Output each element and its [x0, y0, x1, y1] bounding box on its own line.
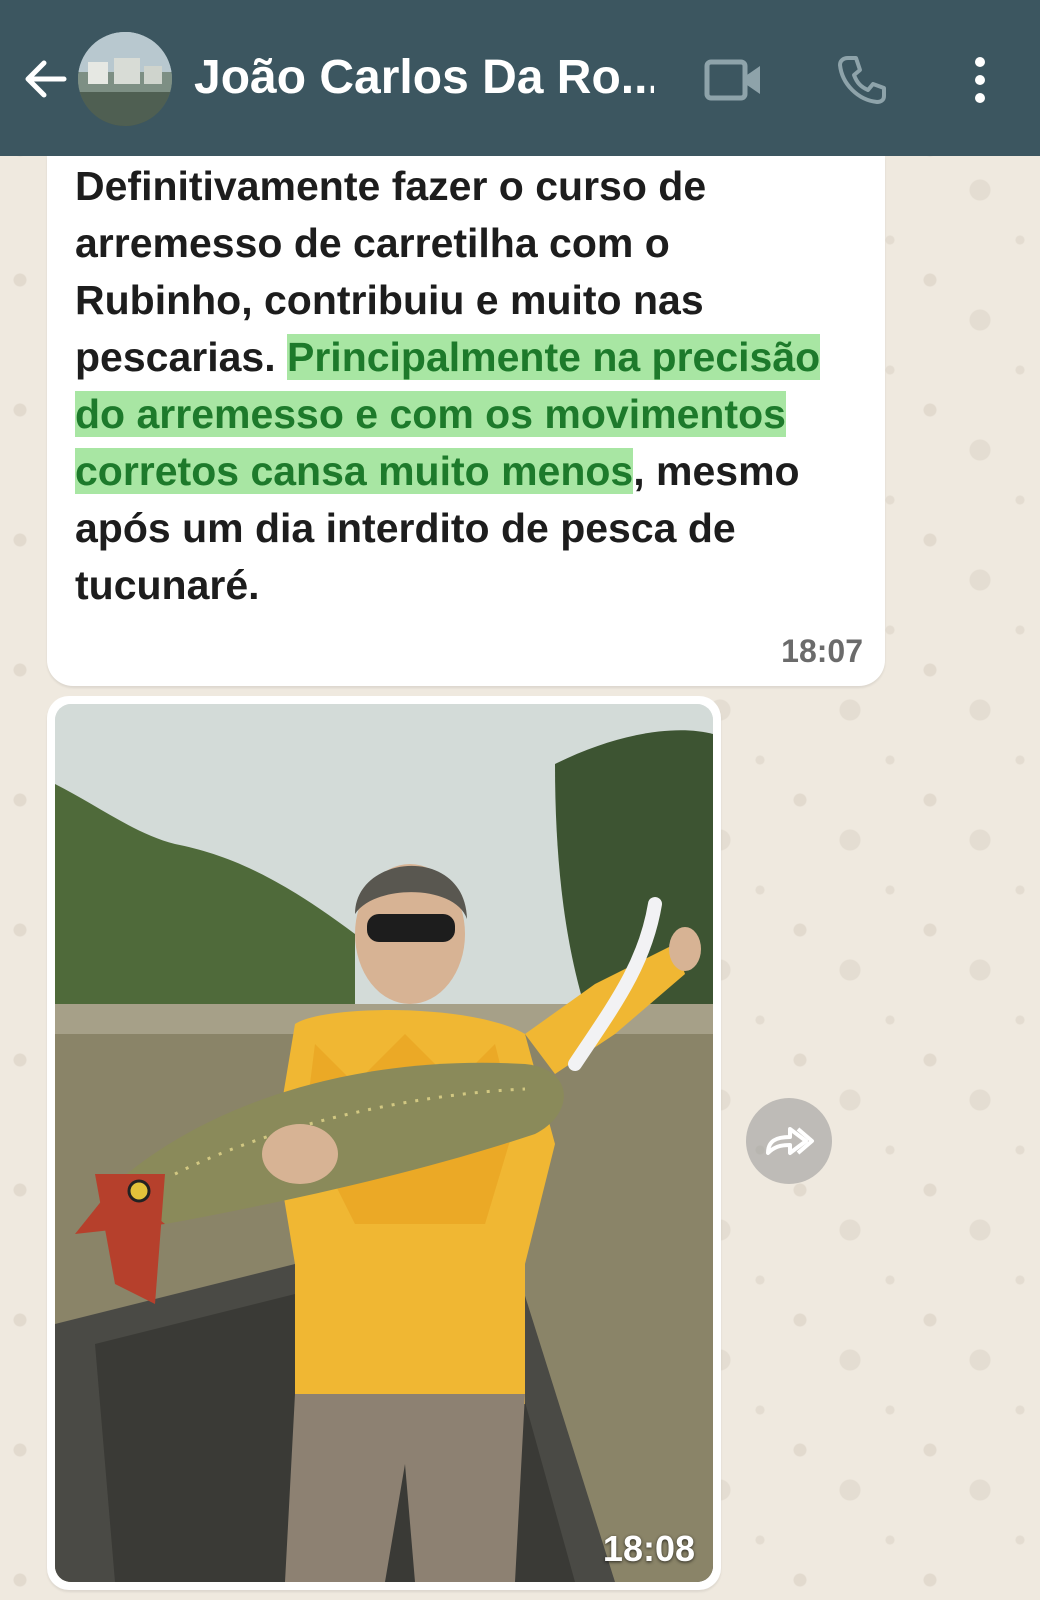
- forward-icon: [766, 1127, 814, 1155]
- chat-header: João Carlos Da Ro...: [0, 0, 1040, 156]
- phone-icon: [838, 56, 886, 104]
- contact-name[interactable]: João Carlos Da Ro...: [194, 48, 654, 108]
- message-photo[interactable]: 18:08: [55, 704, 713, 1582]
- voice-call-button[interactable]: [832, 52, 892, 108]
- message-time: 18:07: [781, 633, 863, 669]
- video-call-button[interactable]: [704, 52, 764, 108]
- message-bubble[interactable]: Definitivamente fazer o curso de arremes…: [47, 156, 885, 686]
- avatar[interactable]: [78, 32, 172, 126]
- photo-illustration: [55, 704, 713, 1582]
- image-time: 18:08: [602, 1528, 695, 1569]
- message-text: Definitivamente fazer o curso de arremes…: [75, 158, 855, 614]
- video-camera-icon: [704, 59, 760, 101]
- forward-button[interactable]: [746, 1098, 832, 1184]
- image-message-bubble[interactable]: 18:08: [47, 696, 721, 1590]
- more-options-button[interactable]: [950, 52, 1010, 108]
- back-button[interactable]: [20, 54, 70, 104]
- arrow-left-icon: [25, 60, 67, 98]
- more-vertical-icon: [975, 57, 985, 103]
